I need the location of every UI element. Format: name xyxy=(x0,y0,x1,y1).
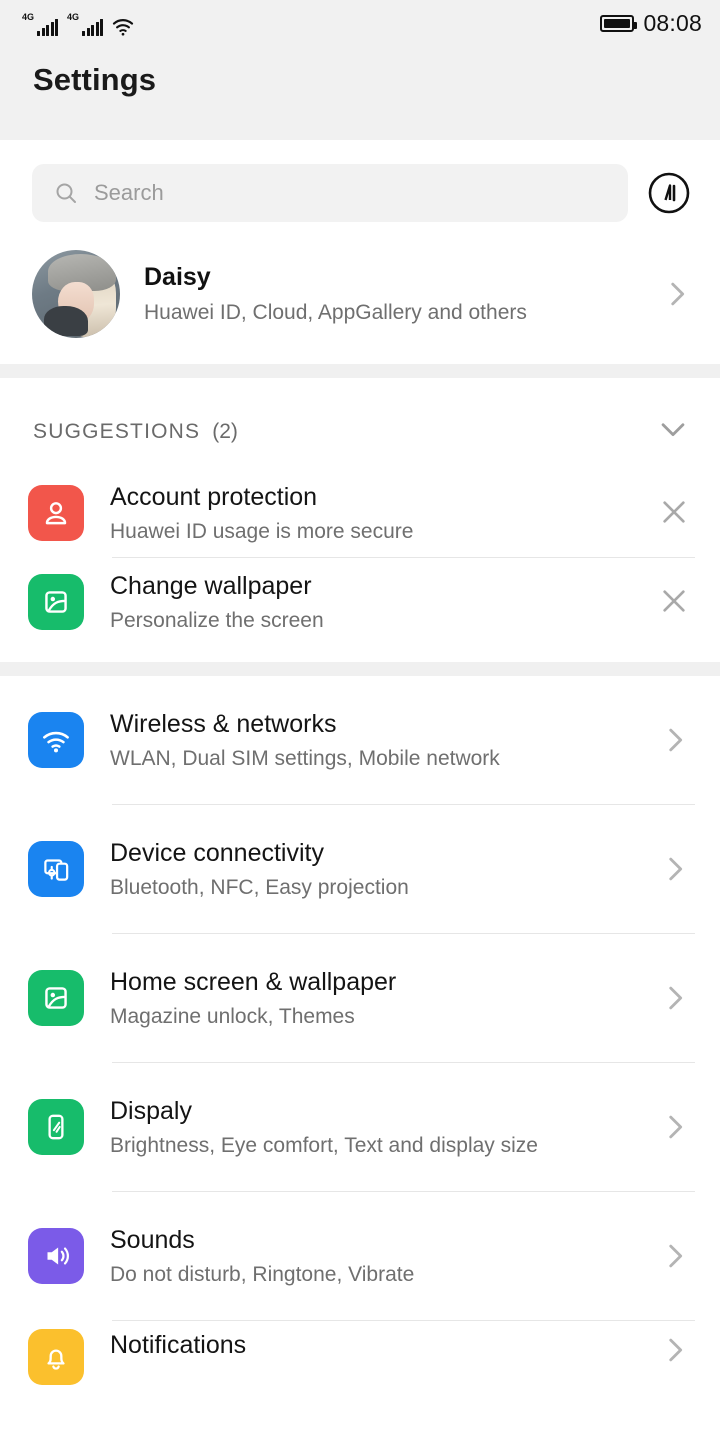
close-icon[interactable] xyxy=(658,496,692,530)
settings-row-subtitle: Do not disturb, Ringtone, Vibrate xyxy=(110,1261,632,1288)
suggestion-title: Change wallpaper xyxy=(110,570,632,603)
status-bar-clock: 08:08 xyxy=(643,10,702,37)
status-bar: 4G 4G 08:08 xyxy=(0,0,720,46)
settings-row-texts: Wireless & networks WLAN, Dual SIM setti… xyxy=(110,702,632,779)
close-icon[interactable] xyxy=(658,585,692,619)
settings-row-subtitle: Bluetooth, NFC, Easy projection xyxy=(110,874,632,901)
settings-row-sounds[interactable]: Sounds Do not disturb, Ringtone, Vibrate xyxy=(0,1192,720,1320)
settings-row-subtitle: Brightness, Eye comfort, Text and displa… xyxy=(110,1132,632,1159)
settings-row-subtitle: WLAN, Dual SIM settings, Mobile network xyxy=(110,745,632,772)
chevron-right-icon xyxy=(658,723,692,757)
settings-row-title: Wireless & networks xyxy=(110,708,632,741)
signal-bars-sim1 xyxy=(37,19,58,36)
chevron-right-icon xyxy=(658,1239,692,1273)
status-bar-right: 08:08 xyxy=(600,10,702,37)
avatar xyxy=(32,250,120,338)
settings-row-subtitle: Magazine unlock, Themes xyxy=(110,1003,632,1030)
settings-row-wireless-networks[interactable]: Wireless & networks WLAN, Dual SIM setti… xyxy=(0,676,720,804)
search-icon xyxy=(54,181,78,205)
suggestion-title: Account protection xyxy=(110,481,632,514)
account-name: Daisy xyxy=(144,262,636,293)
search-placeholder: Search xyxy=(94,180,164,206)
signal-icon-sim2: 4G xyxy=(67,12,103,36)
signal-label-sim2: 4G xyxy=(67,13,79,22)
suggestion-subtitle: Personalize the screen xyxy=(110,607,632,634)
wallpaper-icon xyxy=(28,970,84,1026)
battery-full-icon xyxy=(600,15,634,32)
settings-row-texts: Notifications xyxy=(110,1329,632,1368)
settings-row-texts: Sounds Do not disturb, Ringtone, Vibrate xyxy=(110,1218,632,1295)
suggestion-texts: Change wallpaper Personalize the screen xyxy=(110,564,632,641)
hivision-ai-icon[interactable] xyxy=(646,170,692,216)
settings-row-title: Dispaly xyxy=(110,1095,632,1128)
chevron-right-icon xyxy=(658,1110,692,1144)
chevron-right-icon xyxy=(658,1333,692,1367)
account-protection-icon xyxy=(28,485,84,541)
chevron-right-icon xyxy=(660,277,694,311)
wallpaper-icon xyxy=(28,574,84,630)
settings-row-title: Device connectivity xyxy=(110,837,632,870)
signal-label-sim1: 4G xyxy=(22,13,34,22)
suggestion-texts: Account protection Huawei ID usage is mo… xyxy=(110,475,632,552)
suggestions-header-left: SUGGESTIONS (2) xyxy=(33,420,238,444)
settings-row-title: Home screen & wallpaper xyxy=(110,966,632,999)
account-row[interactable]: Daisy Huawei ID, Cloud, AppGallery and o… xyxy=(0,244,720,364)
wifi-icon xyxy=(28,712,84,768)
suggestion-row-account-protection[interactable]: Account protection Huawei ID usage is mo… xyxy=(0,469,720,557)
settings-row-home-screen-wallpaper[interactable]: Home screen & wallpaper Magazine unlock,… xyxy=(0,934,720,1062)
wifi-icon xyxy=(112,18,134,36)
settings-row-display[interactable]: Dispaly Brightness, Eye comfort, Text an… xyxy=(0,1063,720,1191)
display-icon xyxy=(28,1099,84,1155)
account-texts: Daisy Huawei ID, Cloud, AppGallery and o… xyxy=(144,262,636,326)
sounds-icon xyxy=(28,1228,84,1284)
settings-row-title: Notifications xyxy=(110,1329,632,1362)
suggestions-count: (2) xyxy=(212,420,238,444)
suggestion-subtitle: Huawei ID usage is more secure xyxy=(110,518,632,545)
device-connectivity-icon xyxy=(28,841,84,897)
chevron-down-icon[interactable] xyxy=(656,412,690,451)
search-row: Search xyxy=(0,140,720,244)
suggestions-header[interactable]: SUGGESTIONS (2) xyxy=(0,378,720,469)
chevron-right-icon xyxy=(658,852,692,886)
account-subtitle: Huawei ID, Cloud, AppGallery and others xyxy=(144,300,636,326)
settings-row-title: Sounds xyxy=(110,1224,632,1257)
settings-row-texts: Dispaly Brightness, Eye comfort, Text an… xyxy=(110,1089,632,1166)
section-separator xyxy=(0,662,720,676)
settings-row-device-connectivity[interactable]: Device connectivity Bluetooth, NFC, Easy… xyxy=(0,805,720,933)
signal-icon-sim1: 4G xyxy=(22,12,58,36)
suggestion-row-change-wallpaper[interactable]: Change wallpaper Personalize the screen xyxy=(0,558,720,646)
status-bar-left: 4G 4G xyxy=(22,10,134,36)
suggestions-title: SUGGESTIONS xyxy=(33,420,200,444)
signal-bars-sim2 xyxy=(82,19,103,36)
chevron-right-icon xyxy=(658,981,692,1015)
page-title: Settings xyxy=(0,46,720,98)
settings-row-notifications[interactable]: Notifications xyxy=(0,1321,720,1385)
header-zone: 4G 4G 08:08 Settings xyxy=(0,0,720,140)
settings-row-texts: Device connectivity Bluetooth, NFC, Easy… xyxy=(110,831,632,908)
search-input[interactable]: Search xyxy=(32,164,628,222)
notifications-bell-icon xyxy=(28,1329,84,1385)
section-separator xyxy=(0,364,720,378)
settings-row-texts: Home screen & wallpaper Magazine unlock,… xyxy=(110,960,632,1037)
